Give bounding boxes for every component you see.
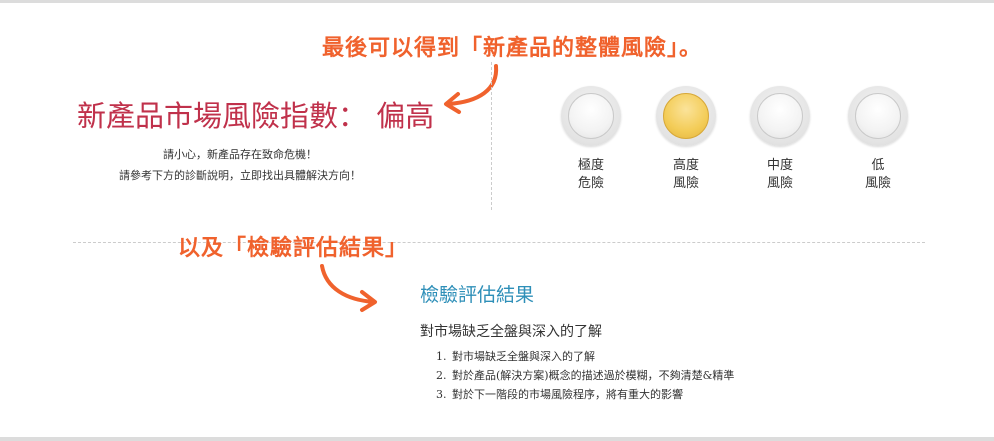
annotation-overall-risk: 最後可以得到「新產品的整體風險」。 (322, 36, 703, 61)
risk-level-medium: 中度 風險 (740, 86, 820, 193)
level-indicator-icon (848, 86, 908, 146)
level-label: 低風險 (864, 158, 891, 191)
list-item: 1. 對市場缺乏全盤與深入的了解 (436, 350, 595, 363)
advice-text: 請參考下方的診斷說明，立即找出具體解決方向！ (119, 169, 361, 182)
risk-level-low: 低風險 (838, 86, 918, 193)
level-label: 中度 風險 (766, 158, 793, 191)
bottom-border (0, 437, 994, 441)
level-indicator-icon (750, 86, 810, 146)
risk-level-extreme: 極度 危險 (551, 86, 631, 193)
arrow-icon (444, 64, 499, 114)
level-indicator-icon (561, 86, 621, 146)
vertical-divider (491, 62, 492, 210)
risk-index-title: 新產品市場風險指數： 偏高 (77, 99, 435, 133)
level-label: 極度 危險 (577, 158, 604, 191)
level-label: 高度 風險 (672, 158, 699, 191)
result-list: 1. 對市場缺乏全盤與深入的了解 2. 對於產品(解決方案)概念的描述過於模糊，不夠… (436, 347, 734, 404)
list-item: 2. 對於產品(解決方案)概念的描述過於模糊，不夠清楚&精準 (436, 369, 735, 382)
top-border (0, 0, 994, 3)
arrow-icon (320, 264, 377, 312)
result-subheading: 對市場缺乏全盤與深入的了解 (420, 324, 602, 340)
result-heading: 檢驗評估結果 (420, 284, 535, 306)
list-item: 3. 對於下一階段的市場風險程序，將有重大的影響 (436, 388, 683, 401)
level-indicator-icon (656, 86, 716, 146)
risk-level-high: 高度 風險 (646, 86, 726, 193)
annotation-evaluation-result: 以及「檢驗評估結果」 (178, 236, 409, 261)
warning-text: 請小心，新產品存在致命危機！ (163, 148, 317, 161)
